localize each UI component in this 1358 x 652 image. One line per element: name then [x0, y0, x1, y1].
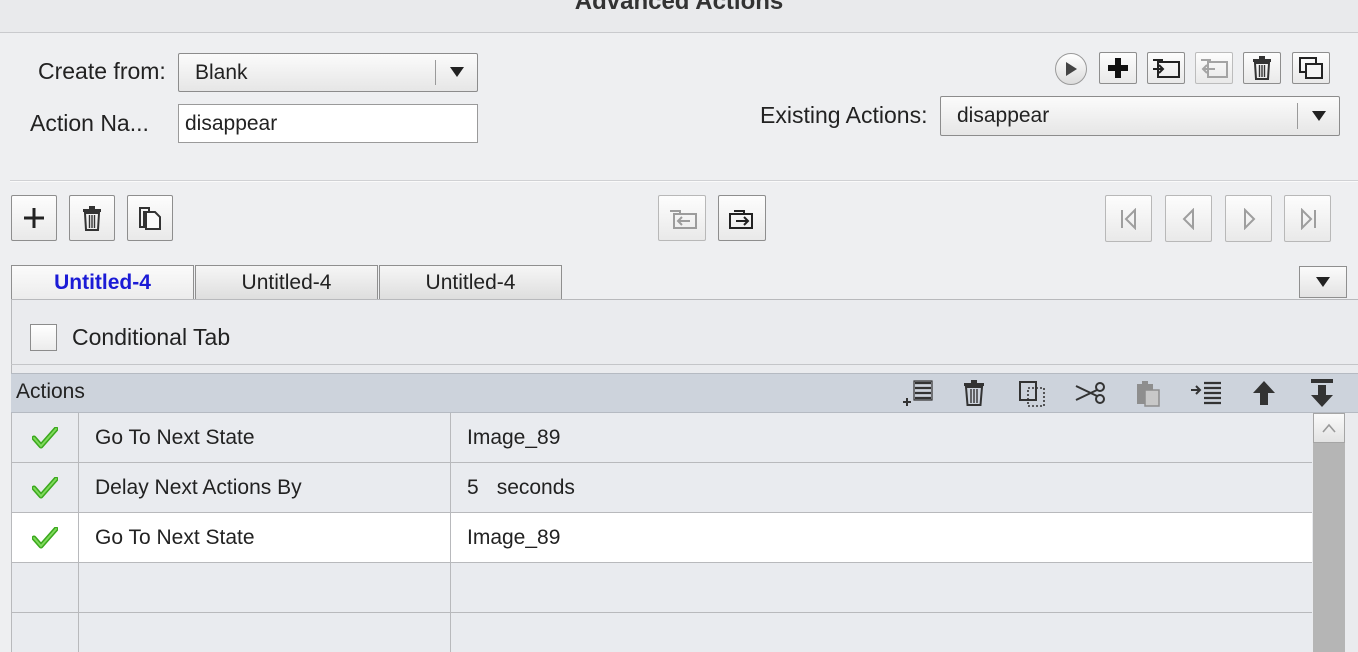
create-from-dropdown[interactable]: Blank — [178, 53, 478, 92]
copy-row-icon[interactable] — [1017, 378, 1049, 413]
action-cell[interactable]: Go To Next State — [79, 413, 451, 462]
export-icon[interactable] — [1195, 52, 1233, 84]
target-cell[interactable] — [451, 613, 1312, 652]
table-row[interactable] — [12, 613, 1312, 652]
divider — [11, 364, 1358, 365]
target-value: Image_89 — [467, 525, 561, 549]
target-cell[interactable]: Image_89 — [451, 413, 1312, 462]
duplicate-icon[interactable] — [127, 195, 173, 241]
target-cell[interactable]: Image_89 — [451, 513, 1312, 562]
cut-icon[interactable] — [1074, 378, 1108, 413]
status-cell — [12, 563, 79, 612]
paste-icon[interactable] — [1133, 378, 1163, 413]
existing-actions-value: disappear — [957, 104, 1050, 127]
table-row[interactable] — [12, 563, 1312, 613]
delete-row-icon[interactable] — [961, 378, 987, 413]
move-down-icon[interactable] — [1308, 378, 1336, 413]
target-cell[interactable]: 5 seconds — [451, 463, 1312, 512]
tabs-overflow-dropdown[interactable] — [1299, 266, 1347, 298]
action-cell[interactable] — [79, 563, 451, 612]
action-cell[interactable] — [79, 613, 451, 652]
previous-icon[interactable] — [1165, 195, 1212, 242]
check-icon — [12, 513, 79, 562]
separator — [10, 180, 1358, 182]
status-cell — [12, 613, 79, 652]
action-name-label: Action Na... — [30, 110, 149, 136]
title-bar: Advanced Actions — [0, 0, 1358, 33]
scroll-up-arrow-icon[interactable] — [1313, 413, 1345, 443]
create-from-value: Blank — [195, 60, 248, 84]
tab-untitled-4-3[interactable]: Untitled-4 — [379, 265, 562, 299]
next-icon[interactable] — [1225, 195, 1272, 242]
import-icon[interactable] — [1147, 52, 1185, 84]
delay-unit: seconds — [496, 475, 575, 499]
add-icon[interactable] — [11, 195, 57, 241]
check-icon — [12, 413, 79, 462]
actions-title: Actions — [16, 380, 85, 403]
add-action-icon[interactable] — [1099, 52, 1137, 84]
table-row[interactable]: Go To Next State Image_89 — [12, 413, 1312, 463]
import-block-icon[interactable] — [658, 195, 706, 241]
action-name-input[interactable]: disappear — [178, 104, 478, 143]
check-icon — [12, 463, 79, 512]
actions-header: Actions — [11, 373, 1358, 413]
export-block-icon[interactable] — [718, 195, 766, 241]
insert-row-icon[interactable] — [899, 378, 935, 413]
trash-icon[interactable] — [69, 195, 115, 241]
table-row[interactable]: Delay Next Actions By 5 seconds — [12, 463, 1312, 513]
last-icon[interactable] — [1284, 195, 1331, 242]
target-value: Image_89 — [467, 425, 561, 449]
first-icon[interactable] — [1105, 195, 1152, 242]
table-row[interactable]: Go To Next State Image_89 — [12, 513, 1312, 563]
conditional-tab-label: Conditional Tab — [72, 324, 231, 350]
tab-untitled-4-2[interactable]: Untitled-4 — [195, 265, 378, 299]
chevron-down-icon — [435, 59, 477, 86]
move-up-icon[interactable] — [1250, 378, 1278, 413]
vertical-scrollbar[interactable] — [1313, 413, 1345, 652]
tab-untitled-4-1[interactable]: Untitled-4 — [11, 265, 194, 299]
delay-value: 5 — [467, 475, 479, 499]
create-from-label: Create from: — [38, 58, 166, 84]
delete-action-icon[interactable] — [1243, 52, 1281, 84]
action-cell[interactable]: Delay Next Actions By — [79, 463, 451, 512]
duplicate-action-icon[interactable] — [1292, 52, 1330, 84]
existing-actions-dropdown[interactable]: disappear — [940, 96, 1340, 136]
preview-play-icon[interactable] — [1055, 53, 1087, 85]
action-cell[interactable]: Go To Next State — [79, 513, 451, 562]
chevron-down-icon — [1297, 102, 1339, 130]
chevron-down-icon — [1316, 277, 1330, 287]
indent-icon[interactable] — [1189, 378, 1225, 413]
existing-actions-label: Existing Actions: — [760, 102, 928, 128]
conditional-tab-checkbox[interactable] — [30, 324, 57, 351]
window-title: Advanced Actions — [574, 0, 784, 15]
target-cell[interactable] — [451, 563, 1312, 612]
